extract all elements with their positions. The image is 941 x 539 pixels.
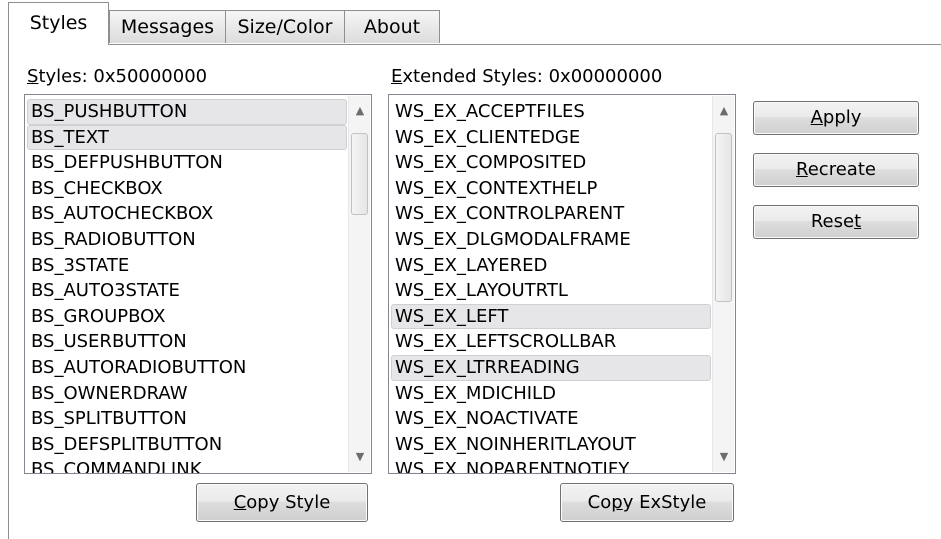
scroll-thumb[interactable] <box>351 133 368 215</box>
list-item[interactable]: BS_DEFSPLITBUTTON <box>27 432 347 458</box>
scroll-down-icon[interactable]: ▼ <box>349 446 371 468</box>
list-item[interactable]: BS_AUTORADIOBUTTON <box>27 355 347 381</box>
scroll-up-icon[interactable]: ▲ <box>349 100 371 122</box>
list-item[interactable]: BS_3STATE <box>27 253 347 279</box>
tab-label: Messages <box>120 16 215 38</box>
list-item[interactable]: BS_AUTOCHECKBOX <box>27 201 347 227</box>
list-item[interactable]: WS_EX_COMPOSITED <box>391 150 711 176</box>
list-item[interactable]: BS_OWNERDRAW <box>27 381 347 407</box>
list-item[interactable]: BS_CHECKBOX <box>27 176 347 202</box>
tab-messages[interactable]: Messages <box>109 10 226 43</box>
list-item[interactable]: WS_EX_LTRREADING <box>391 354 711 381</box>
list-item[interactable]: BS_SPLITBUTTON <box>27 406 347 432</box>
list-item[interactable]: BS_USERBUTTON <box>27 329 347 355</box>
list-item[interactable]: WS_EX_LAYOUTRTL <box>391 278 711 304</box>
list-item[interactable]: WS_EX_NOINHERITLAYOUT <box>391 432 711 458</box>
list-item[interactable]: BS_TEXT <box>27 124 347 151</box>
styles-scrollbar[interactable]: ▲ ▼ <box>348 96 370 472</box>
tab-strip: Styles Messages Size/Color About <box>0 0 941 46</box>
list-item[interactable]: BS_PUSHBUTTON <box>27 99 347 125</box>
tab-label: About <box>363 16 421 38</box>
list-item[interactable]: WS_EX_CLIENTEDGE <box>391 125 711 151</box>
list-item[interactable]: WS_EX_ACCEPTFILES <box>391 99 711 125</box>
list-item[interactable]: WS_EX_LEFT <box>391 303 711 330</box>
list-item[interactable]: WS_EX_DLGMODALFRAME <box>391 227 711 253</box>
styles-label: Styles: 0x50000000 <box>27 66 208 87</box>
reset-button[interactable]: Reset <box>753 205 919 239</box>
list-item[interactable]: BS_DEFPUSHBUTTON <box>27 150 347 176</box>
list-item[interactable]: BS_RADIOBUTTON <box>27 227 347 253</box>
list-item[interactable]: WS_EX_NOACTIVATE <box>391 406 711 432</box>
list-item[interactable]: BS_GROUPBOX <box>27 304 347 330</box>
apply-button[interactable]: Apply <box>753 101 919 135</box>
copy-exstyle-button[interactable]: Copy ExStyle <box>560 483 734 522</box>
list-item[interactable]: WS_EX_CONTEXTHELP <box>391 176 711 202</box>
copy-style-button[interactable]: Copy Style <box>196 483 368 522</box>
tab-about[interactable]: About <box>344 10 440 43</box>
extended-styles-listbox[interactable]: WS_EX_ACCEPTFILES WS_EX_CLIENTEDGE WS_EX_C… <box>388 94 736 474</box>
scroll-down-icon[interactable]: ▼ <box>713 446 735 468</box>
scroll-thumb[interactable] <box>715 133 732 302</box>
styles-list-items: BS_PUSHBUTTON BS_TEXT BS_DEFPUSHBUTTON BS_C… <box>27 99 347 473</box>
list-item[interactable]: WS_EX_NOPARENTNOTIFY <box>391 457 711 473</box>
styles-listbox[interactable]: BS_PUSHBUTTON BS_TEXT BS_DEFPUSHBUTTON BS_C… <box>24 94 372 474</box>
recreate-button[interactable]: Recreate <box>753 153 919 187</box>
list-item[interactable]: WS_EX_MDICHILD <box>391 381 711 407</box>
tab-label: Styles <box>29 12 88 34</box>
tab-label: Size/Color <box>237 16 333 38</box>
scroll-up-icon[interactable]: ▲ <box>713 100 735 122</box>
extended-scrollbar[interactable]: ▲ ▼ <box>712 96 734 472</box>
extended-styles-label: Extended Styles: 0x00000000 <box>391 66 663 87</box>
list-item[interactable]: WS_EX_LEFTSCROLLBAR <box>391 329 711 355</box>
tab-styles[interactable]: Styles <box>8 2 109 45</box>
tab-size-color[interactable]: Size/Color <box>225 10 345 43</box>
extended-list-items: WS_EX_ACCEPTFILES WS_EX_CLIENTEDGE WS_EX_C… <box>391 99 711 473</box>
list-item[interactable]: WS_EX_CONTROLPARENT <box>391 201 711 227</box>
list-item[interactable]: BS_AUTO3STATE <box>27 278 347 304</box>
list-item[interactable]: WS_EX_LAYERED <box>391 253 711 279</box>
list-item[interactable]: BS_COMMANDLINK <box>27 457 347 473</box>
